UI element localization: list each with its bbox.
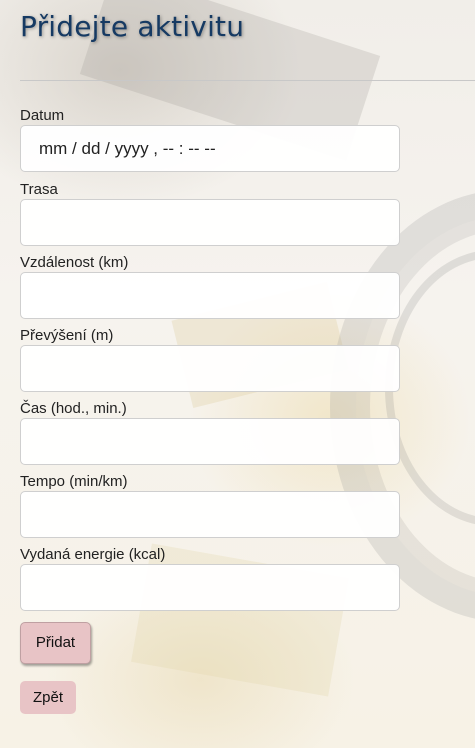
elevation-field-group: Převýšení (m): [20, 326, 400, 392]
date-label: Datum: [20, 107, 65, 124]
title-divider: [20, 80, 475, 81]
elevation-label: Převýšení (m): [20, 327, 114, 344]
time-field-group: Čas (hod., min.): [20, 399, 400, 465]
time-label: Čas (hod., min.): [20, 400, 127, 417]
energy-field-group: Vydaná energie (kcal): [20, 545, 400, 611]
date-input[interactable]: mm / dd / yyyy , -- : -- --: [20, 125, 400, 172]
pace-input[interactable]: [20, 491, 400, 538]
time-input[interactable]: [20, 418, 400, 465]
back-button[interactable]: Zpět: [20, 681, 76, 714]
elevation-input[interactable]: [20, 345, 400, 392]
add-button[interactable]: Přidat: [20, 622, 91, 664]
energy-label: Vydaná energie (kcal): [20, 546, 166, 563]
distance-field-group: Vzdálenost (km): [20, 253, 400, 319]
pace-field-group: Tempo (min/km): [20, 472, 400, 538]
route-input[interactable]: [20, 199, 400, 246]
route-field-group: Trasa: [20, 180, 400, 246]
page-title: Přidejte aktivitu: [20, 10, 245, 43]
pace-label: Tempo (min/km): [20, 473, 128, 490]
distance-input[interactable]: [20, 272, 400, 319]
energy-input[interactable]: [20, 564, 400, 611]
date-field-group: Datum mm / dd / yyyy , -- : -- --: [20, 106, 400, 172]
route-label: Trasa: [20, 181, 58, 198]
distance-label: Vzdálenost (km): [20, 254, 129, 271]
